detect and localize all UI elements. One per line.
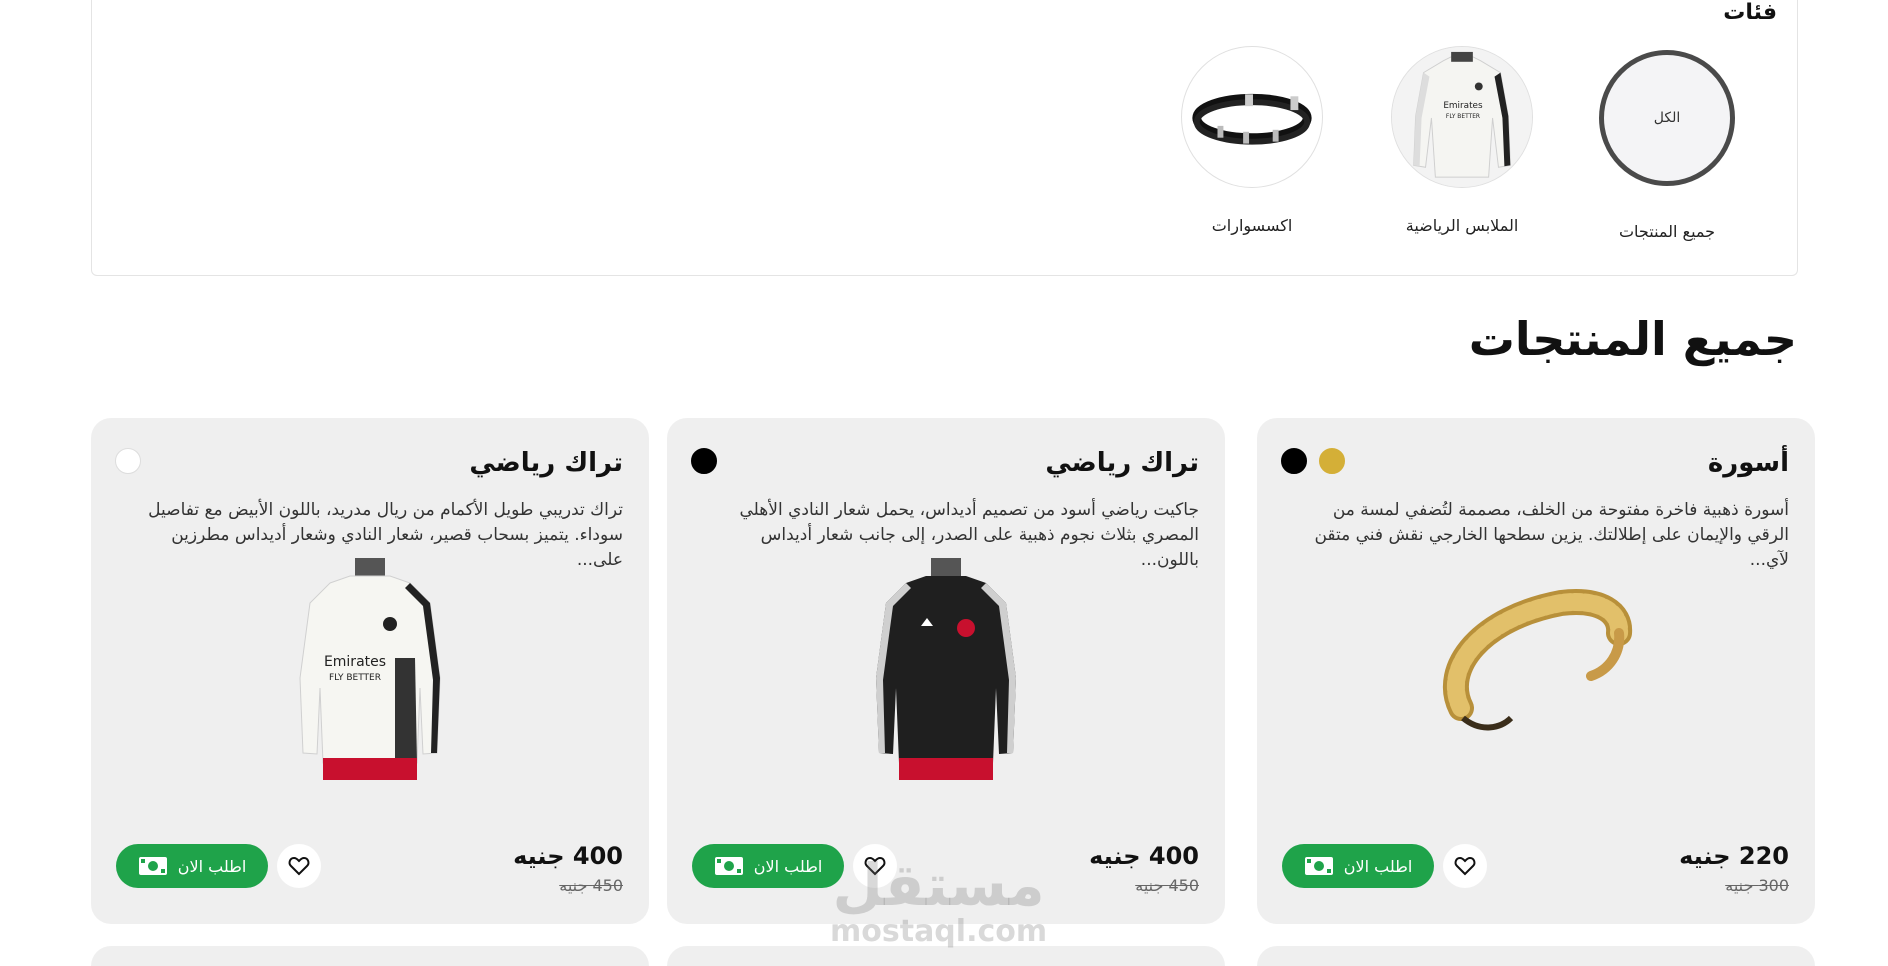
- order-now-button[interactable]: اطلب الان: [692, 844, 844, 888]
- category-accessories[interactable]: اكسسوارات: [1177, 46, 1327, 235]
- color-swatches: [115, 448, 141, 474]
- color-swatches: [691, 448, 717, 474]
- watermark: مستقل mostaql.com: [830, 855, 1047, 949]
- order-now-button[interactable]: اطلب الان: [1282, 844, 1434, 888]
- money-icon: [714, 857, 743, 875]
- category-all-label: جميع المنتجات: [1618, 222, 1716, 241]
- category-sportswear-image[interactable]: Emirates FLY BETTER: [1391, 46, 1533, 188]
- bracelet-icon: [1192, 93, 1312, 145]
- category-sportswear-label: الملابس الرياضية: [1405, 216, 1519, 235]
- product-card-peek: [667, 946, 1225, 966]
- color-swatches: [1281, 448, 1345, 474]
- svg-text:FLY BETTER: FLY BETTER: [329, 673, 381, 683]
- black-jacket-image[interactable]: [831, 558, 1061, 788]
- order-now-label: اطلب الان: [177, 856, 247, 876]
- product-card[interactable]: تراك رياضي جاكيت رياضي أسود من تصميم أدي…: [667, 418, 1225, 924]
- categories-title: فئات: [1723, 0, 1777, 25]
- color-swatch-white[interactable]: [115, 448, 141, 474]
- heart-icon: [288, 856, 310, 876]
- order-now-button[interactable]: اطلب الان: [116, 844, 268, 888]
- heart-icon: [1454, 856, 1476, 876]
- category-accessories-label: اكسسوارات: [1211, 216, 1293, 235]
- section-title: جميع المنتجات: [1468, 312, 1797, 366]
- product-price: 220 جنيه: [1679, 842, 1789, 870]
- category-all-circle-text: الكل: [1653, 110, 1681, 126]
- categories-panel: فئات الكل جميع المنتجات Emirates FLY BET…: [91, 0, 1798, 276]
- money-icon: [138, 857, 167, 875]
- product-old-price: 300 جنيه: [1725, 876, 1789, 895]
- product-title[interactable]: تراك رياضي: [1045, 448, 1199, 478]
- svg-text:FLY BETTER: FLY BETTER: [1446, 114, 1480, 120]
- watermark-latin: mostaql.com: [830, 914, 1048, 949]
- category-sportswear[interactable]: Emirates FLY BETTER الملابس الرياضية: [1387, 46, 1537, 235]
- product-old-price: 450 جنيه: [559, 876, 623, 895]
- color-swatch-black[interactable]: [691, 448, 717, 474]
- favorite-button[interactable]: [277, 844, 321, 888]
- product-card-peek: [1257, 946, 1815, 966]
- product-title[interactable]: أسورة: [1708, 448, 1789, 478]
- product-old-price: 450 جنيه: [1135, 876, 1199, 895]
- product-card-peek: [91, 946, 649, 966]
- money-icon: [1304, 857, 1333, 875]
- product-price: 400 جنيه: [1089, 842, 1199, 870]
- favorite-button[interactable]: [1443, 844, 1487, 888]
- category-all[interactable]: الكل جميع المنتجات: [1592, 50, 1742, 241]
- white-jacket-icon: Emirates FLY BETTER: [1392, 47, 1532, 187]
- white-jacket-image[interactable]: Emirates FLY BETTER: [255, 558, 485, 788]
- color-swatch-black[interactable]: [1281, 448, 1307, 474]
- color-swatch-gold[interactable]: [1319, 448, 1345, 474]
- order-now-label: اطلب الان: [753, 856, 823, 876]
- svg-text:Emirates: Emirates: [324, 654, 386, 670]
- product-card[interactable]: أسورة أسورة ذهبية فاخرة مفتوحة من الخلف،…: [1257, 418, 1815, 924]
- product-price: 400 جنيه: [513, 842, 623, 870]
- order-now-label: اطلب الان: [1343, 856, 1413, 876]
- watermark-arabic: مستقل: [832, 851, 1045, 919]
- category-all-circle[interactable]: الكل: [1599, 50, 1735, 186]
- svg-text:Emirates: Emirates: [1443, 101, 1483, 111]
- gold-bracelet-image[interactable]: [1421, 558, 1651, 788]
- category-accessories-image[interactable]: [1181, 46, 1323, 188]
- product-card[interactable]: تراك رياضي تراك تدريبي طويل الأكمام من ر…: [91, 418, 649, 924]
- product-title[interactable]: تراك رياضي: [469, 448, 623, 478]
